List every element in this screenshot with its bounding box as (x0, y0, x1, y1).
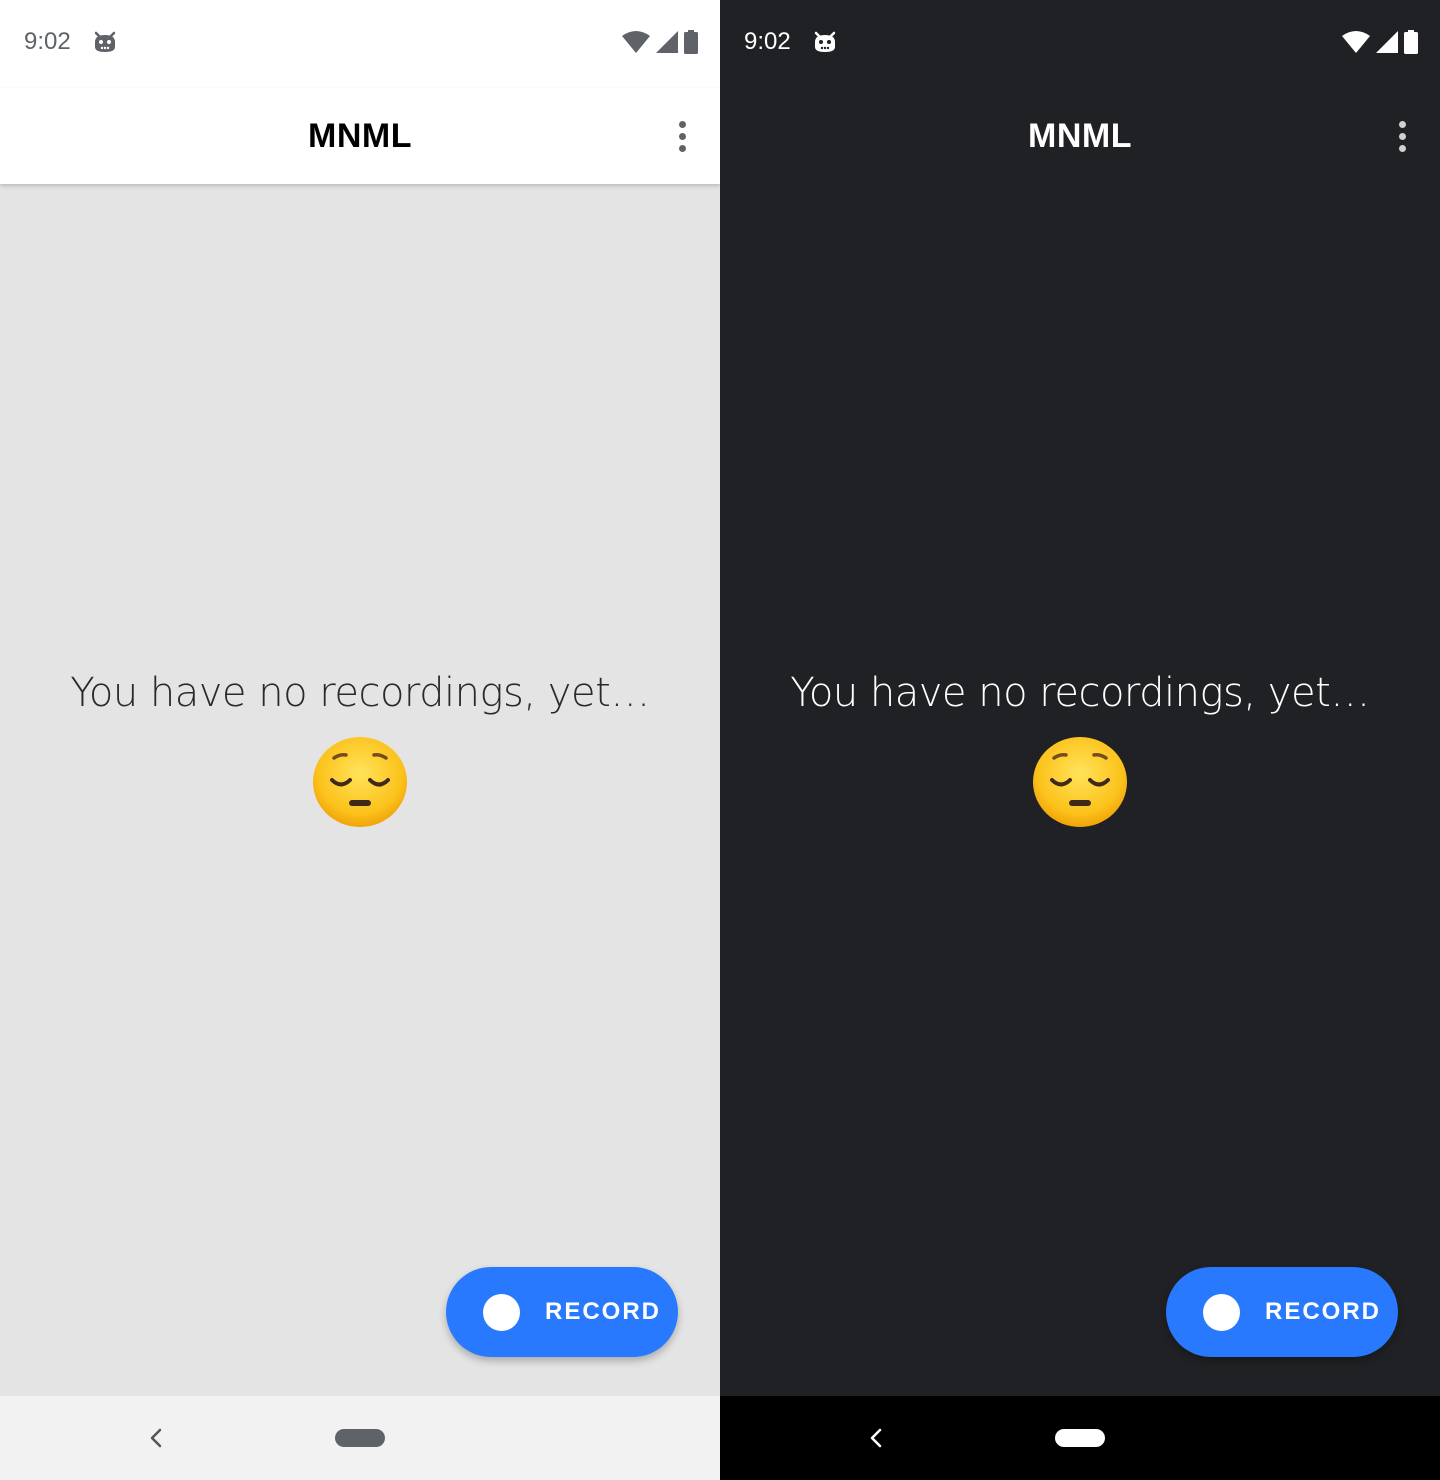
dark-theme-screen: 9:02 MNML You have no recordings, yet… R… (720, 0, 1440, 1480)
home-pill-icon[interactable] (1055, 1429, 1105, 1447)
empty-state-message: You have no recordings, yet… (790, 670, 1370, 716)
app-title: MNML (308, 117, 412, 155)
app-bar: MNML (0, 88, 720, 184)
menu-dot (1398, 120, 1406, 128)
more-vert-icon[interactable] (1388, 116, 1416, 156)
robot-icon (812, 30, 838, 59)
wifi-icon (1342, 31, 1370, 58)
record-button[interactable]: RECORD (446, 1267, 678, 1357)
battery-icon (684, 30, 698, 59)
more-vert-icon[interactable] (668, 116, 696, 156)
app-bar: MNML (720, 88, 1440, 184)
screens-comparison: 9:02 MNML You have no recordings, yet… R… (0, 0, 1440, 1480)
robot-icon (92, 30, 118, 59)
menu-dot (678, 132, 686, 140)
empty-state-message: You have no recordings, yet… (70, 670, 650, 716)
record-button[interactable]: RECORD (1166, 1267, 1398, 1357)
cellular-signal-icon (1376, 31, 1398, 58)
status-bar: 9:02 (0, 0, 720, 88)
status-time: 9:02 (744, 28, 791, 55)
recordings-content: You have no recordings, yet… RECORD (720, 184, 1440, 1396)
menu-dot (678, 120, 686, 128)
recordings-content: You have no recordings, yet… RECORD (0, 184, 720, 1396)
status-time: 9:02 (24, 28, 71, 55)
app-title: MNML (1028, 117, 1132, 155)
record-dot-icon (483, 1294, 520, 1331)
record-dot-icon (1203, 1294, 1240, 1331)
navigation-bar (720, 1396, 1440, 1480)
menu-dot (1398, 132, 1406, 140)
status-icons (1342, 30, 1418, 59)
back-chevron-icon[interactable] (146, 1424, 166, 1452)
light-theme-screen: 9:02 MNML You have no recordings, yet… R… (0, 0, 720, 1480)
pensive-face-emoji (1032, 736, 1128, 828)
record-button-label: RECORD (545, 1298, 662, 1325)
home-pill-icon[interactable] (335, 1429, 385, 1447)
cellular-signal-icon (656, 31, 678, 58)
navigation-bar (0, 1396, 720, 1480)
pensive-face-emoji (312, 736, 408, 828)
wifi-icon (622, 31, 650, 58)
menu-dot (1398, 144, 1406, 152)
battery-icon (1404, 30, 1418, 59)
back-chevron-icon[interactable] (866, 1424, 886, 1452)
status-icons (622, 30, 698, 59)
menu-dot (678, 144, 686, 152)
record-button-label: RECORD (1265, 1298, 1382, 1325)
status-bar: 9:02 (720, 0, 1440, 88)
